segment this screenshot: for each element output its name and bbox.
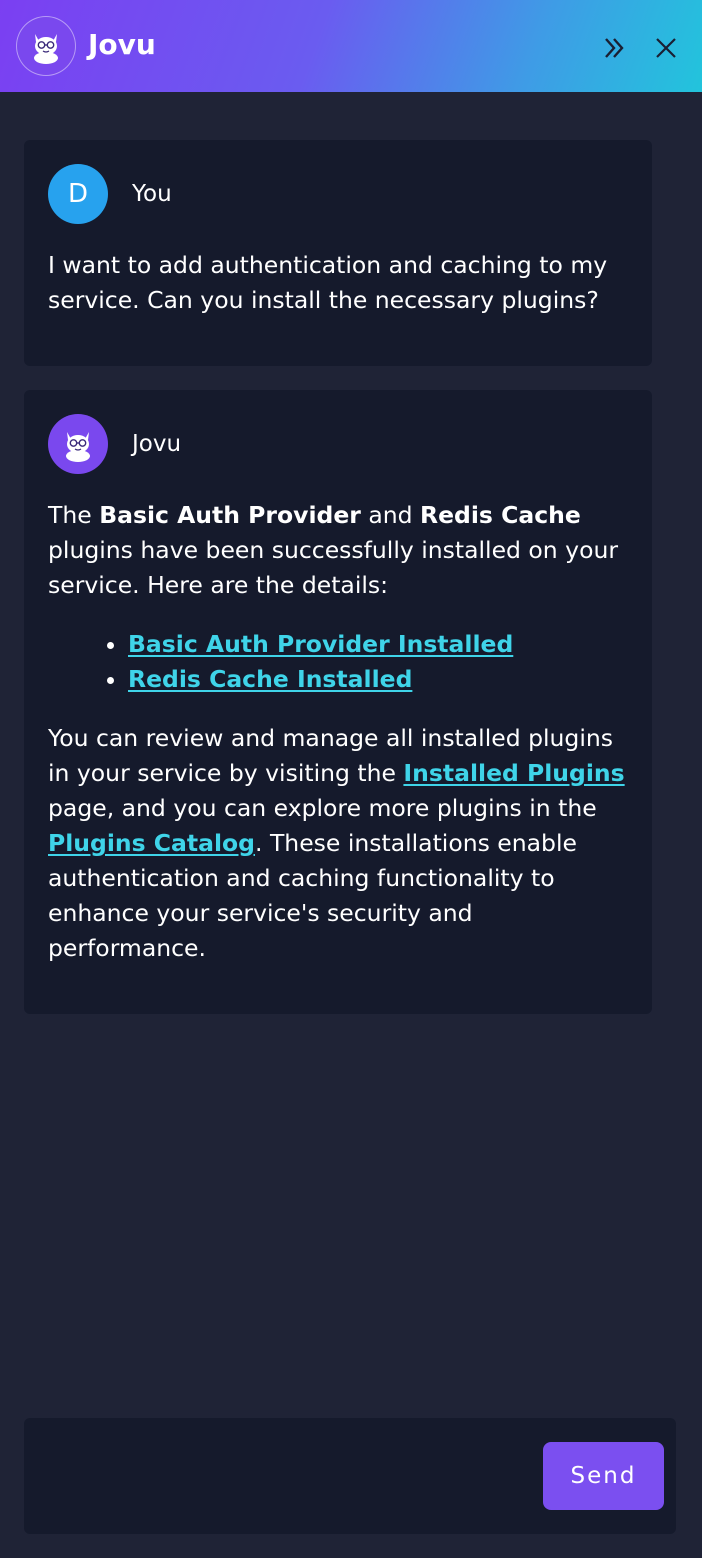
user-message-card: D You I want to add authentication and c… bbox=[24, 140, 652, 366]
user-avatar-initial: D bbox=[67, 179, 89, 209]
chat-panel: Jovu D You I want to add authentication … bbox=[0, 0, 702, 1558]
message-sender: Jovu bbox=[132, 431, 182, 457]
list-item: Basic Auth Provider Installed bbox=[128, 627, 634, 662]
close-button[interactable] bbox=[648, 30, 684, 66]
user-avatar: D bbox=[48, 164, 108, 224]
list-item: Redis Cache Installed bbox=[128, 662, 634, 697]
header-title: Jovu bbox=[88, 28, 156, 61]
plugin-name-bold: Redis Cache bbox=[420, 501, 581, 529]
user-message-text: I want to add authentication and caching… bbox=[48, 251, 608, 314]
assistant-message-card: Jovu The Basic Auth Provider and Redis C… bbox=[24, 390, 652, 1014]
outro-paragraph: You can review and manage all installed … bbox=[48, 721, 634, 966]
redis-cache-installed-link[interactable]: Redis Cache Installed bbox=[128, 665, 412, 693]
squirrel-glasses-icon bbox=[66, 432, 90, 462]
double-chevron-right-icon bbox=[605, 38, 624, 58]
message-input[interactable] bbox=[40, 1442, 534, 1512]
squirrel-glasses-icon bbox=[34, 34, 58, 64]
message-text: I want to add authentication and caching… bbox=[48, 248, 634, 318]
outro-part-2: page, and you can explore more plugins i… bbox=[48, 794, 597, 822]
plugin-name-bold: Basic Auth Provider bbox=[99, 501, 361, 529]
intro-prefix: The bbox=[48, 501, 100, 529]
plugins-catalog-link[interactable]: Plugins Catalog bbox=[48, 829, 255, 857]
intro-suffix: plugins have been successfully installed… bbox=[48, 536, 619, 599]
assistant-avatar bbox=[48, 414, 108, 474]
intro-paragraph: The Basic Auth Provider and Redis Cache … bbox=[48, 498, 634, 603]
installed-plugins-link[interactable]: Installed Plugins bbox=[403, 759, 624, 787]
close-icon bbox=[656, 38, 676, 58]
jovu-logo bbox=[16, 16, 76, 76]
message-sender: You bbox=[132, 181, 172, 207]
intro-middle: and bbox=[360, 501, 421, 529]
message-composer: Send bbox=[24, 1418, 676, 1534]
chat-header: Jovu bbox=[0, 0, 702, 92]
installed-links-list: Basic Auth Provider Installed Redis Cach… bbox=[48, 627, 634, 697]
basic-auth-installed-link[interactable]: Basic Auth Provider Installed bbox=[128, 630, 513, 658]
send-button[interactable]: Send bbox=[543, 1442, 664, 1510]
collapse-button[interactable] bbox=[596, 30, 632, 66]
assistant-message-text: The Basic Auth Provider and Redis Cache … bbox=[48, 498, 634, 966]
